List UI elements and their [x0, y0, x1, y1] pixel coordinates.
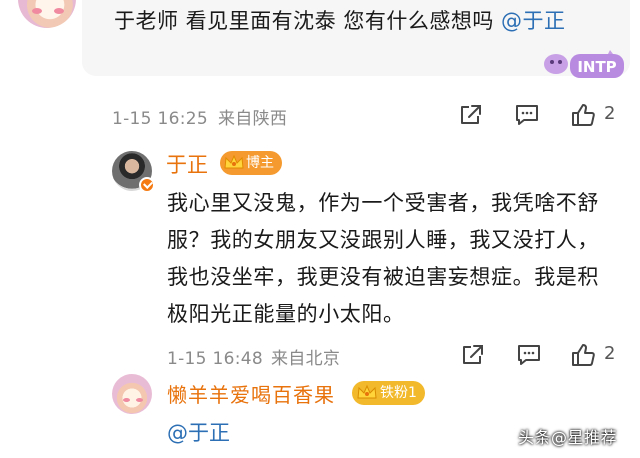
comment-meta: 1-15 16:48 来自北京	[167, 349, 341, 369]
intp-sticker-icon: INTP	[544, 50, 624, 78]
comment-icon[interactable]	[516, 342, 542, 368]
mention-link[interactable]: @于正	[167, 417, 230, 447]
comment-actions: 2	[458, 100, 628, 130]
comment-actions: 2	[460, 340, 630, 370]
avatar[interactable]	[112, 374, 152, 414]
comment-text: 于老师 看见里面有沈泰 您有什么感想吗 @于正	[114, 9, 566, 33]
comment-icon[interactable]	[514, 102, 540, 128]
like-count: 2	[604, 343, 616, 364]
like-icon[interactable]	[570, 342, 596, 368]
comment-meta: 1-15 16:25 来自陕西	[112, 109, 288, 129]
author-name[interactable]: 于正	[166, 149, 208, 179]
mention-link[interactable]: @于正	[501, 9, 566, 33]
share-icon[interactable]	[458, 102, 484, 128]
crown-icon	[224, 154, 244, 169]
fan-badge: 铁粉1	[352, 381, 425, 405]
like-count: 2	[604, 103, 616, 124]
author-name[interactable]: 懒羊羊爱喝百香果	[167, 379, 335, 408]
reply-text: 我心里又没鬼，作为一个受害者，我凭啥不舒服？我的女朋友又没跟别人睡，我又没打人，…	[167, 191, 599, 326]
svg-text:INTP: INTP	[577, 58, 616, 76]
like-icon[interactable]	[570, 102, 596, 128]
blogger-badge: 博主	[220, 151, 282, 175]
watermark: 头条@星推荐	[518, 428, 618, 447]
share-icon[interactable]	[460, 342, 486, 368]
crown-icon	[357, 384, 377, 399]
avatar[interactable]	[18, 0, 76, 28]
verified-icon	[139, 177, 155, 193]
